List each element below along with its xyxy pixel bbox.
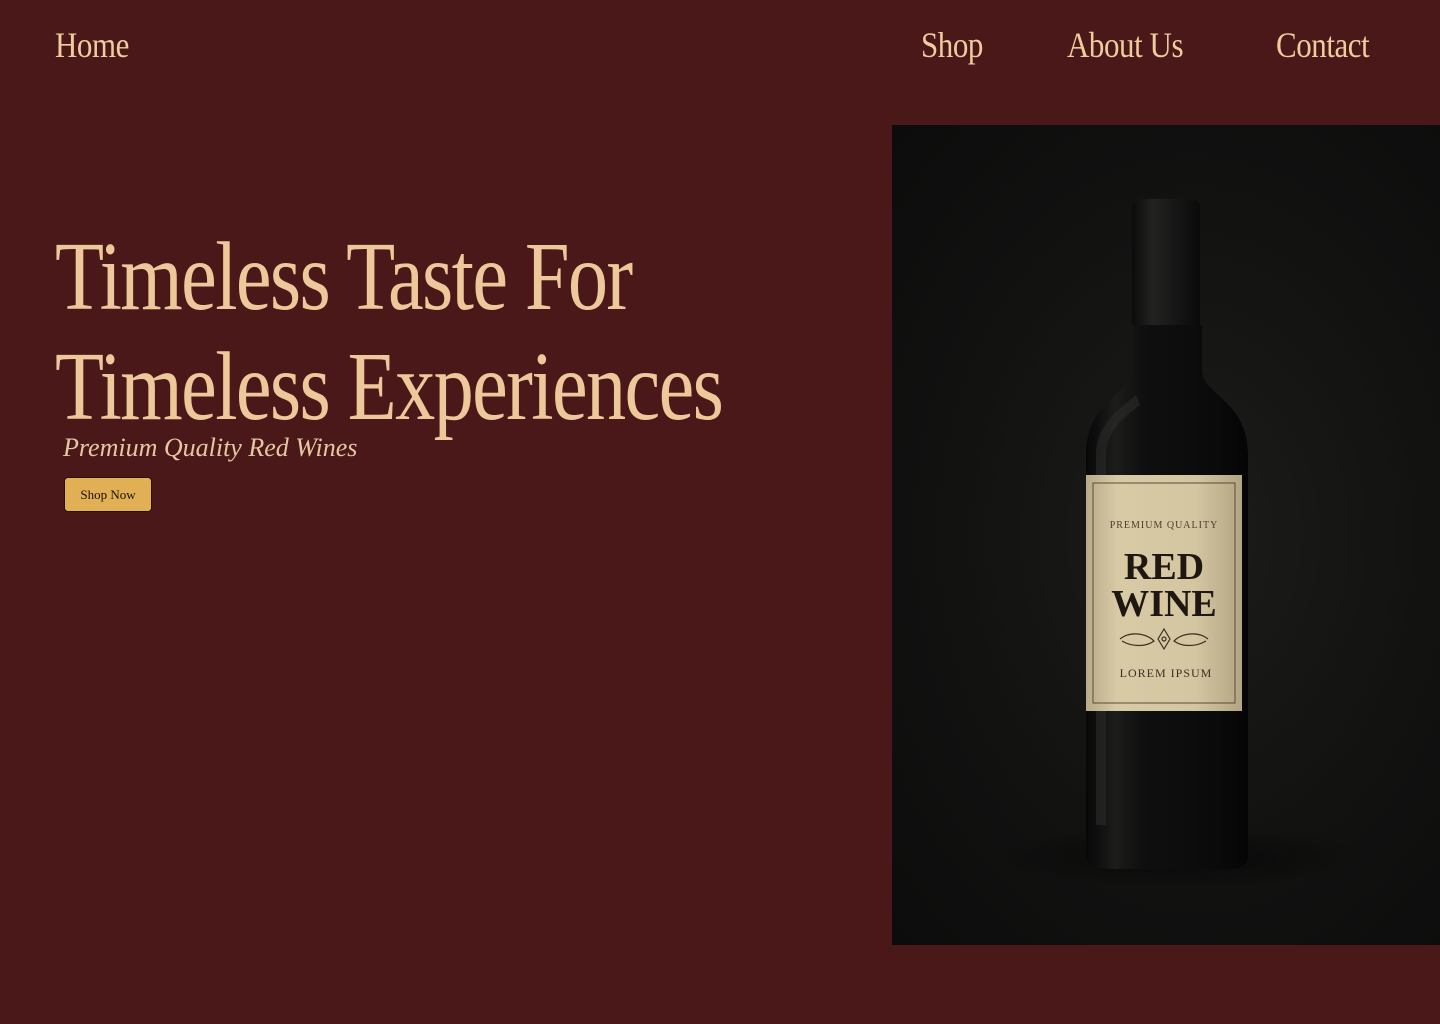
nav-link-contact[interactable]: Contact [1276, 24, 1370, 66]
product-photo: PREMIUM QUALITY RED WINE LOREM IPSUM [892, 125, 1440, 945]
label-lorem-text: LOREM IPSUM [1120, 666, 1213, 680]
bottle-neck [1132, 233, 1200, 325]
shop-now-button[interactable]: Shop Now [64, 477, 152, 512]
label-premium-text: PREMIUM QUALITY [1110, 520, 1219, 531]
bottle-capsule [1132, 199, 1200, 235]
label-red-text: RED [1124, 546, 1204, 588]
label-wine-text: WINE [1111, 583, 1217, 625]
nav-link-home[interactable]: Home [55, 24, 129, 66]
nav-link-about-us[interactable]: About Us [1067, 24, 1184, 66]
hero-subtitle: Premium Quality Red Wines [63, 433, 358, 462]
hero-title: Timeless Taste For Timeless Experiences [55, 222, 724, 442]
wine-bottle-image: PREMIUM QUALITY RED WINE LOREM IPSUM [992, 199, 1372, 889]
hero-title-line-1: Timeless Taste For [55, 223, 633, 331]
nav-link-shop[interactable]: Shop [921, 24, 983, 66]
hero-title-line-2: Timeless Experiences [55, 333, 724, 441]
